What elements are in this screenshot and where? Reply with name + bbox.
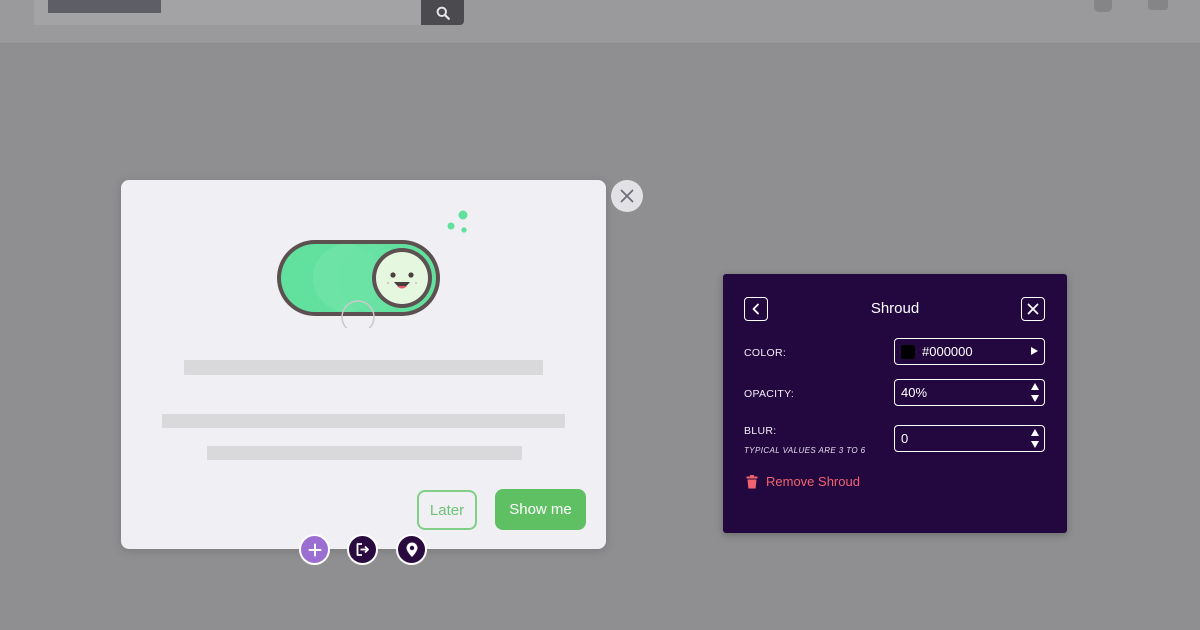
later-button[interactable]: Later	[417, 490, 477, 530]
arrow-up-icon[interactable]	[1031, 429, 1039, 436]
arrow-down-icon[interactable]	[1031, 395, 1039, 402]
play-arrow-icon[interactable]	[1031, 347, 1038, 355]
arrow-up-icon[interactable]	[1031, 383, 1039, 390]
blur-label: BLUR:	[744, 425, 777, 437]
opacity-value: 40%	[901, 385, 928, 400]
location-step-button[interactable]	[396, 534, 427, 565]
bell-icon[interactable]	[1094, 0, 1112, 12]
close-icon	[1027, 303, 1039, 315]
top-bar	[0, 0, 1200, 44]
spinner-arrows-icon[interactable]	[1030, 383, 1040, 402]
shroud-settings-panel: Shroud COLOR: #000000 OPACITY: 40% BLUR:…	[723, 274, 1067, 533]
skeleton-title	[184, 360, 543, 375]
mail-icon[interactable]	[1148, 0, 1168, 10]
add-step-button[interactable]	[299, 534, 330, 565]
color-value: #000000	[922, 344, 973, 359]
location-pin-icon	[406, 542, 417, 557]
modal-close-button[interactable]	[611, 180, 643, 212]
blur-hint: TYPICAL VALUES ARE 3 TO 6	[744, 446, 866, 455]
search-button[interactable]	[421, 0, 464, 25]
plus-icon	[308, 543, 321, 556]
search-field-fill	[48, 0, 161, 13]
toggle-illustration	[277, 210, 468, 328]
exit-step-button[interactable]	[347, 534, 378, 565]
show-me-button[interactable]: Show me	[495, 489, 586, 530]
remove-shroud-button[interactable]: Remove Shroud	[746, 474, 860, 489]
exit-icon	[356, 543, 369, 556]
color-label: COLOR:	[744, 347, 787, 359]
search-icon	[436, 6, 450, 20]
blur-stepper[interactable]: 0	[894, 425, 1045, 452]
announcement-modal: Later Show me	[121, 180, 606, 549]
remove-shroud-label: Remove Shroud	[766, 474, 860, 489]
blur-value: 0	[901, 431, 909, 446]
panel-close-button[interactable]	[1021, 297, 1045, 321]
trash-icon	[746, 474, 758, 488]
arrow-down-icon[interactable]	[1031, 441, 1039, 448]
spinner-arrows-icon[interactable]	[1030, 429, 1040, 448]
skeleton-line	[207, 446, 522, 460]
color-swatch	[901, 344, 915, 359]
panel-title: Shroud	[870, 300, 920, 317]
close-icon	[620, 189, 634, 203]
opacity-label: OPACITY:	[744, 388, 795, 400]
opacity-stepper[interactable]: 40%	[894, 379, 1045, 406]
color-picker-field[interactable]: #000000	[894, 338, 1045, 365]
skeleton-line	[162, 414, 565, 428]
